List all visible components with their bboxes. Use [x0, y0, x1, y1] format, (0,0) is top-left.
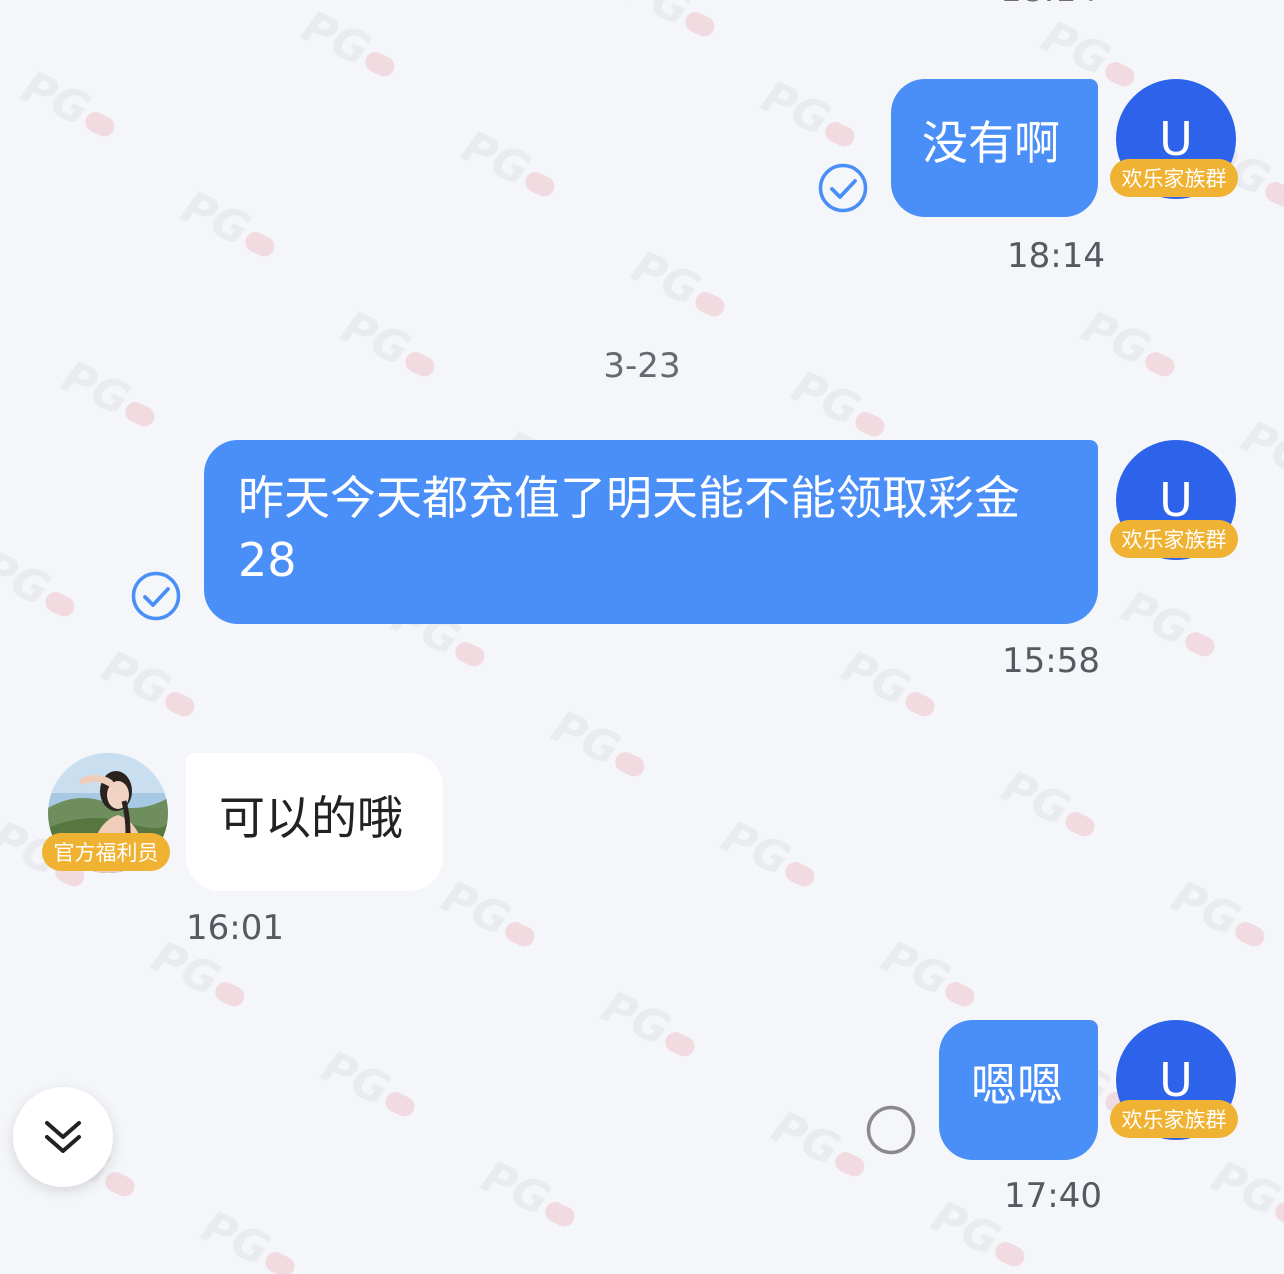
message-text: 没有啊 [922, 116, 1060, 170]
watermark-logo: PG [754, 71, 867, 160]
user-avatar[interactable]: U 欢乐家族群 [1110, 1020, 1238, 1144]
watermark-logo: PG [614, 0, 727, 50]
message-time-clipped: 18:14 [1000, 0, 1098, 10]
message-time: 15:58 [1002, 641, 1100, 681]
watermark-logo: PG [994, 761, 1107, 850]
outgoing-message-bubble[interactable]: 嗯嗯 [939, 1020, 1098, 1160]
message-time: 16:01 [186, 908, 284, 948]
group-badge: 欢乐家族群 [1110, 520, 1238, 558]
message-text: 可以的哦 [219, 791, 403, 845]
watermark-logo: PG [454, 121, 567, 210]
watermark-logo: PG [714, 811, 827, 900]
watermark-logo: PG [0, 541, 86, 630]
outgoing-message-bubble[interactable]: 昨天今天都充值了明天能不能领取彩金 28 [204, 440, 1098, 624]
watermark-logo: PG [1114, 581, 1227, 670]
user-avatar[interactable]: U 欢乐家族群 [1110, 440, 1238, 564]
outgoing-message-bubble[interactable]: 没有啊 [891, 79, 1098, 217]
group-badge: 欢乐家族群 [1110, 159, 1238, 197]
watermark-logo: PG [294, 1, 407, 90]
scroll-to-bottom-button[interactable] [13, 1087, 113, 1187]
agent-avatar[interactable]: 官方福利员 [42, 753, 170, 877]
date-separator: 3-23 [603, 346, 681, 386]
watermark-logo: PG [474, 1151, 587, 1240]
watermark-logo: PG [1233, 411, 1284, 487]
agent-badge: 官方福利员 [42, 833, 170, 871]
watermark-logo: PG [194, 1201, 307, 1274]
watermark-logo: PG [94, 641, 207, 730]
watermark-logo: PG [834, 641, 947, 730]
watermark-logo: PG [624, 241, 737, 330]
watermark-logo: PG [1204, 1151, 1284, 1240]
double-chevron-down-icon [45, 1121, 81, 1153]
message-text-line: 28 [238, 533, 297, 587]
message-text-line: 昨天今天都充值了明天能不能领取彩金 [238, 471, 1020, 525]
read-status-check-icon [818, 163, 868, 213]
message-time: 18:14 [1007, 236, 1105, 276]
watermark-logo: PG [1164, 871, 1277, 960]
watermark-logo: PG [314, 1041, 427, 1130]
watermark-logo: PG [434, 871, 547, 960]
watermark-logo: PG [544, 701, 657, 790]
chat-message-list[interactable]: PG PG PG PG PG PG PG PG PG PG PG PG PG P… [0, 0, 1284, 1274]
read-status-check-icon [131, 571, 181, 621]
watermark-logo: PG [594, 981, 707, 1070]
watermark-logo: PG [174, 181, 287, 270]
watermark-logo: PG [764, 1101, 877, 1190]
message-time: 17:40 [1004, 1176, 1102, 1216]
unread-status-circle-icon [866, 1105, 916, 1155]
group-badge: 欢乐家族群 [1110, 1100, 1238, 1138]
incoming-message-bubble[interactable]: 可以的哦 [186, 753, 443, 891]
watermark-logo: PG [14, 61, 127, 150]
watermark-logo: PG [874, 931, 987, 1020]
message-text: 嗯嗯 [971, 1058, 1063, 1112]
user-avatar[interactable]: U 欢乐家族群 [1110, 79, 1238, 203]
